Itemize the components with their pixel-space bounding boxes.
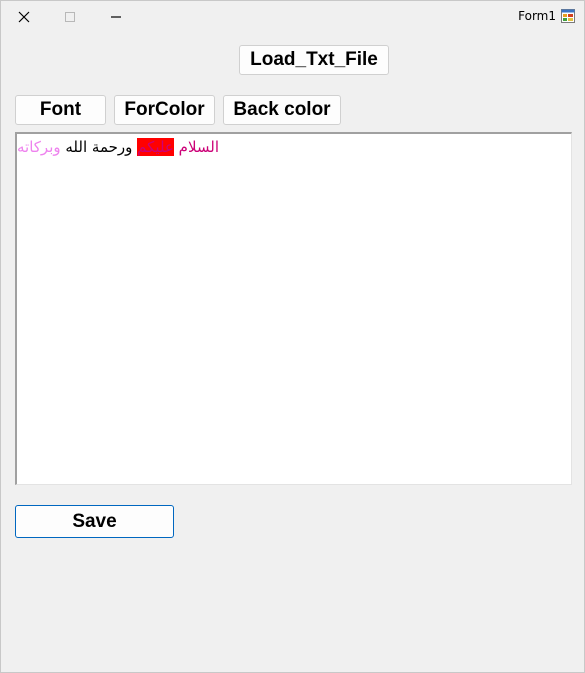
close-icon: [18, 11, 30, 22]
rich-text-box[interactable]: السلام عليكم ورحمة الله وبركاته: [15, 132, 572, 485]
minimize-button[interactable]: [93, 1, 139, 32]
forecolor-button[interactable]: ForColor: [114, 95, 215, 125]
window-title: Form1: [518, 9, 556, 23]
text-run: السلام: [178, 138, 220, 156]
load-txt-file-button[interactable]: Load_Txt_File: [239, 45, 389, 75]
maximize-icon: [65, 11, 75, 22]
main-window: Form1 Load_Txt_File Font ForColor Back c…: [0, 0, 585, 673]
title-bar: Form1: [1, 1, 584, 32]
save-button[interactable]: Save: [15, 505, 174, 538]
text-run: وبركاته: [17, 138, 61, 156]
close-button[interactable]: [1, 1, 47, 32]
minimize-icon: [111, 15, 121, 18]
backcolor-button[interactable]: Back color: [223, 95, 341, 125]
text-run: عليكم: [137, 138, 174, 156]
text-run: ورحمة الله: [60, 138, 138, 156]
font-button[interactable]: Font: [15, 95, 106, 125]
maximize-button[interactable]: [47, 1, 93, 32]
app-icon: [561, 9, 575, 23]
